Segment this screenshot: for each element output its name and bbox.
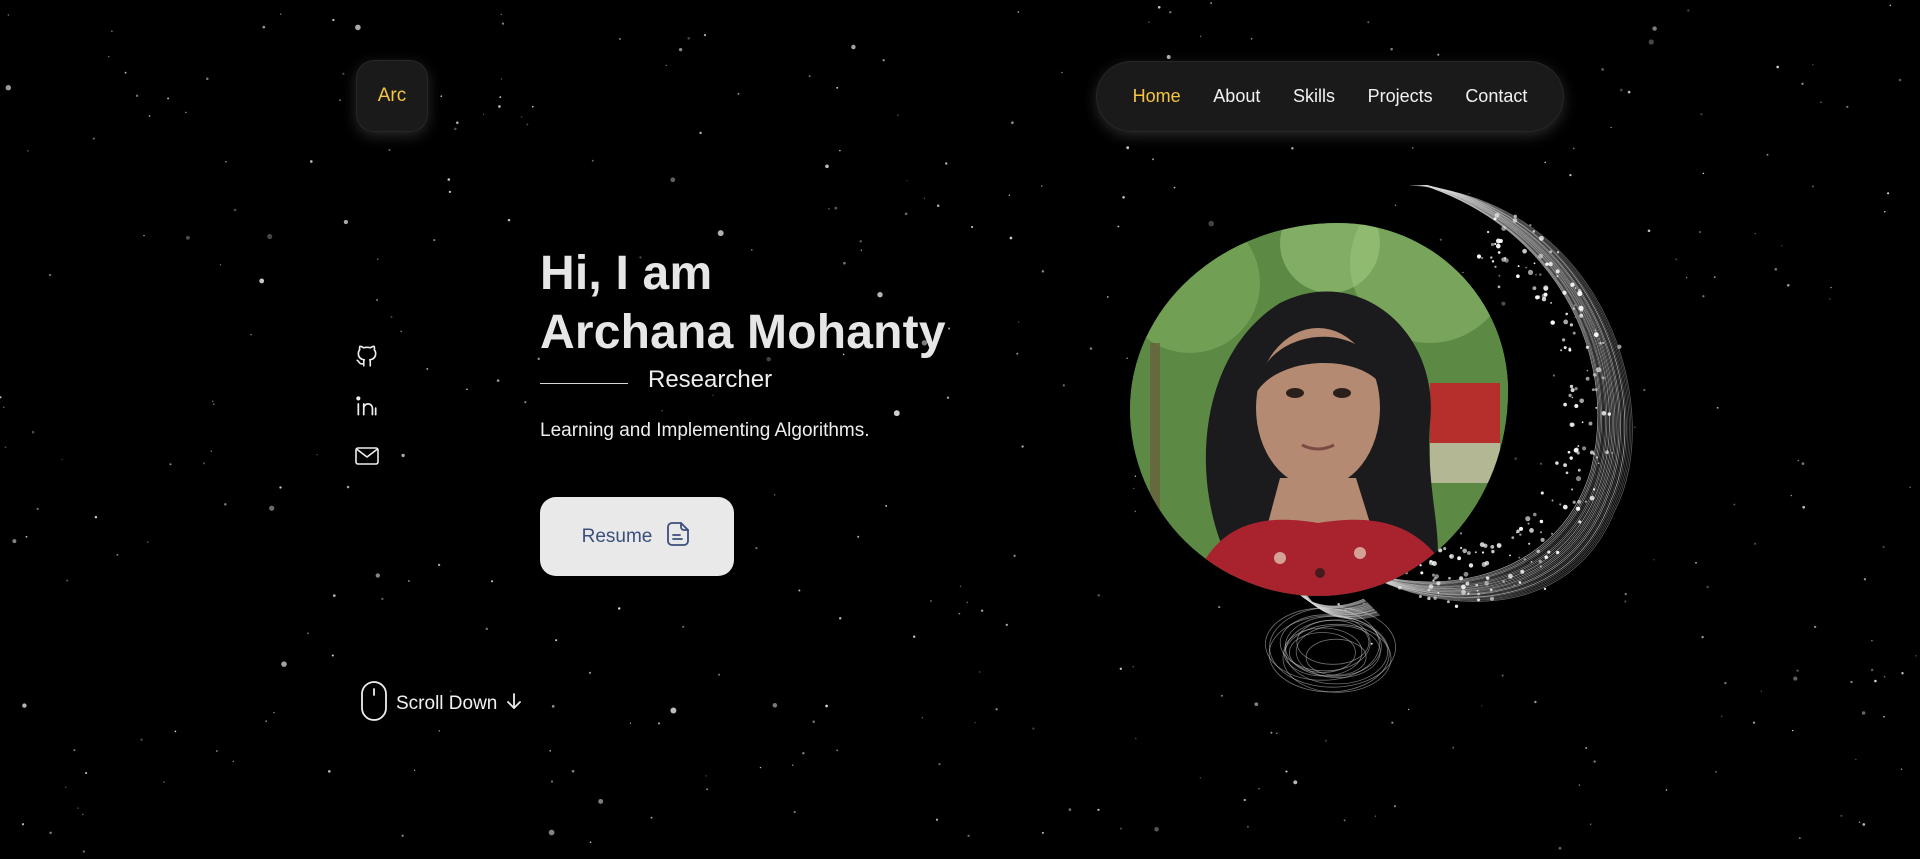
hero-name: Archana Mohanty <box>540 306 946 359</box>
resume-label: Resume <box>581 525 653 547</box>
nav-link-contact[interactable]: Contact <box>1459 78 1533 115</box>
nav-link-projects[interactable]: Projects <box>1362 78 1439 115</box>
nav-link-home[interactable]: Home <box>1127 78 1187 115</box>
social-links <box>354 342 380 470</box>
logo-button[interactable]: Arc <box>356 60 428 132</box>
page: Arc Home About Skills Projects Contact H… <box>0 0 1920 859</box>
hero-section: Hi, I am Archana Mohanty Researcher Lear… <box>540 244 1060 442</box>
resume-button[interactable]: Resume <box>540 497 734 576</box>
hero-tagline: Learning and Implementing Algorithms. <box>540 420 870 441</box>
arrow-down-icon <box>505 691 523 716</box>
nav-link-about[interactable]: About <box>1207 78 1266 115</box>
main-nav: Home About Skills Projects Contact <box>1096 61 1564 132</box>
subtitle-row: Researcher <box>540 366 1060 394</box>
scroll-down-label: Scroll Down <box>396 692 498 714</box>
hero-role: Researcher <box>648 366 773 393</box>
nav-link-skills[interactable]: Skills <box>1287 78 1341 115</box>
logo-text: Arc <box>377 85 407 106</box>
subtitle-divider <box>540 382 628 384</box>
hero-heading: Hi, I am Archana Mohanty <box>540 244 1060 362</box>
github-icon[interactable] <box>354 342 380 370</box>
mail-icon[interactable] <box>354 442 380 470</box>
profile-photo-area <box>1120 185 1660 715</box>
document-icon <box>664 520 692 554</box>
hero-greeting: Hi, I am <box>540 247 713 300</box>
linkedin-icon[interactable] <box>354 392 380 420</box>
mouse-icon <box>360 680 388 727</box>
scroll-down-link[interactable]: Scroll Down <box>360 680 523 727</box>
